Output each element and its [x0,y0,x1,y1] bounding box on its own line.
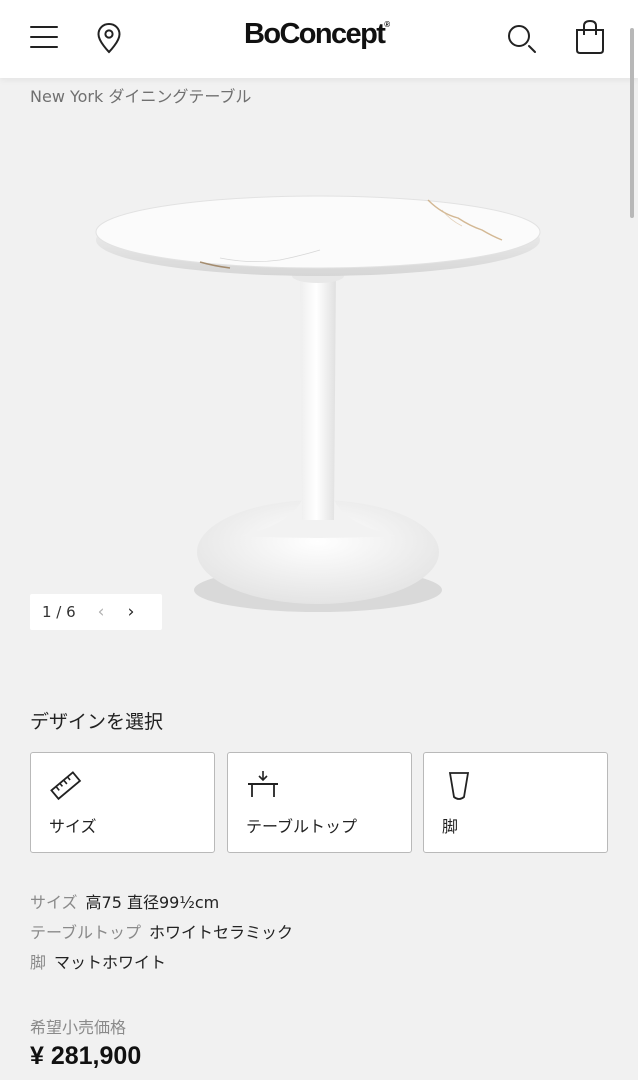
search-icon[interactable] [505,22,539,56]
option-size-button[interactable]: サイズ [30,752,215,853]
page-scrollbar[interactable] [630,28,634,218]
option-tabletop-button[interactable]: テーブルトップ [227,752,412,853]
spec-tabletop-key: テーブルトップ [30,923,142,942]
product-subtitle: New York ダイニングテーブル [30,87,252,106]
registered-mark: ® [384,20,391,29]
option-leg-button[interactable]: 脚 [423,752,608,853]
spec-leg-key: 脚 [30,953,47,972]
design-section-title: デザインを選択 [30,711,164,733]
price-label: 希望小売価格 [30,1018,127,1037]
tabletop-icon [246,769,280,803]
brand-logo[interactable]: BoConcept® [244,18,390,51]
spec-leg: 脚マットホワイト [30,949,166,973]
next-image-button[interactable]: › [116,602,146,622]
table-leg-icon [442,769,476,803]
ruler-icon [49,769,83,803]
hamburger-menu-icon[interactable] [30,26,58,48]
option-size-label: サイズ [49,817,97,836]
image-counter: 1 / 6 [42,603,76,621]
product-image[interactable] [90,180,550,625]
spec-tabletop: テーブルトップ ホワイトセラミック [30,919,293,943]
option-leg-label: 脚 [442,817,459,836]
spec-size-key: サイズ [30,893,78,912]
site-header: BoConcept® [0,0,638,78]
spec-tabletop-value: ホワイトセラミック [149,923,294,942]
option-tabletop-label: テーブルトップ [246,817,358,836]
shopping-bag-icon[interactable] [574,18,606,56]
spec-leg-value: マットホワイト [54,953,167,972]
location-pin-icon[interactable] [96,22,122,54]
spec-size-value: 高75 直径99½cm [85,893,220,912]
price-value: ¥ 281,900 [30,1042,142,1070]
previous-image-button[interactable]: ‹ [86,602,116,622]
spec-size: サイズ 高75 直径99½cm [30,889,219,913]
brand-name: BoConcept [244,18,386,50]
image-pager: 1 / 6 ‹ › [30,594,162,630]
